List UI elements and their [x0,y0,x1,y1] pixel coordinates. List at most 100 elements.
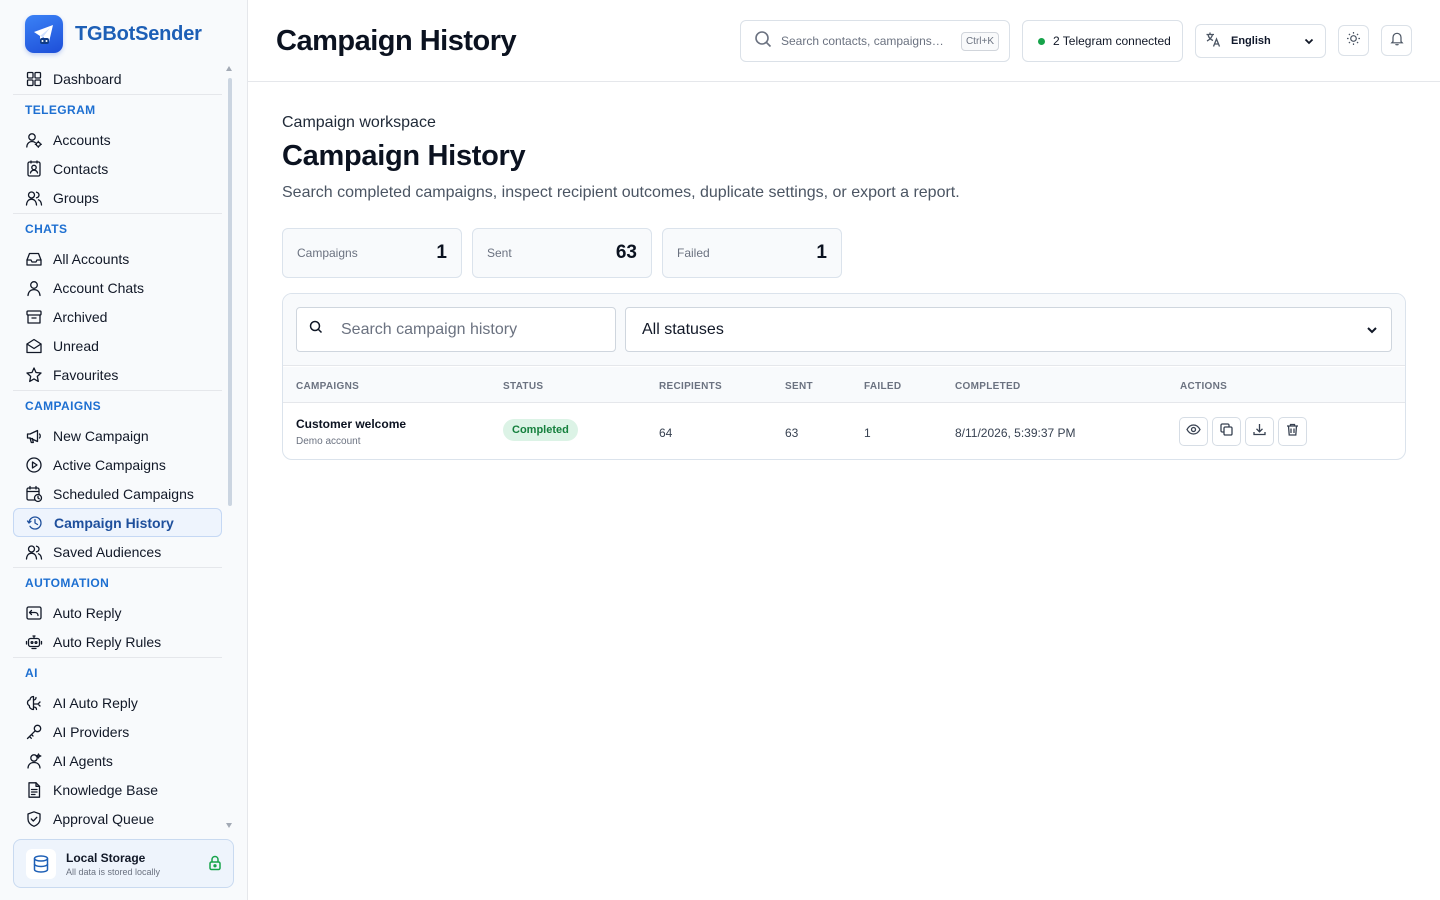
sent-cell: 63 [785,426,799,440]
delete-button[interactable] [1278,417,1307,446]
stat-value: 1 [436,242,447,263]
theme-toggle-button[interactable] [1338,25,1369,56]
search-shortcut: Ctrl+K [960,32,999,51]
key-icon [25,723,43,741]
user-gear-icon [25,131,43,149]
sidebar-item-account-chats[interactable]: Account Chats [13,273,222,302]
storage-title: Local Storage [66,850,146,865]
sidebar-item-all-accounts[interactable]: All Accounts [13,244,222,273]
sidebar-item-active-campaigns[interactable]: Active Campaigns [13,450,222,479]
sidebar-item-label: Active Campaigns [53,456,166,473]
translate-icon [1205,31,1222,51]
sidebar-item-new-campaign[interactable]: New Campaign [13,421,222,450]
stat-value: 1 [816,242,827,263]
sidebar-item-scheduled-campaigns[interactable]: Scheduled Campaigns [13,479,222,508]
language-label: English [1231,35,1271,47]
trash-icon [1285,422,1300,442]
sidebar-item-groups[interactable]: Groups [13,183,222,212]
search-icon [754,30,772,53]
language-select[interactable]: English [1195,24,1326,58]
global-search-placeholder: Search contacts, campaigns, t... [781,34,947,48]
sidebar-item-accounts[interactable]: Accounts [13,125,222,154]
global-search[interactable]: Search contacts, campaigns, t... Ctrl+K [740,20,1010,62]
sidebar-item-auto-reply[interactable]: Auto Reply [13,598,222,627]
sidebar-item-unread[interactable]: Unread [13,331,222,360]
storage-subtitle: All data is stored locally [66,866,161,877]
stat-card-campaigns: Campaigns 1 [282,228,462,278]
sidebar-item-label: Dashboard [53,70,122,87]
sidebar-item-approval-queue[interactable]: Approval Queue [13,804,222,830]
contact-book-icon [25,159,43,178]
column-header-recipients: RECIPIENTS [659,381,723,392]
duplicate-button[interactable] [1212,417,1241,446]
stat-label: Campaigns [297,246,358,260]
sidebar-item-ai-providers[interactable]: AI Providers [13,717,222,746]
lock-icon [208,855,222,876]
stat-label: Sent [487,246,512,260]
storage-card: Local Storage All data is stored locally [13,839,234,888]
export-button[interactable] [1245,417,1274,446]
sidebar-item-dashboard[interactable]: Dashboard [13,64,222,93]
column-header-status: STATUS [503,381,544,392]
sidebar-item-label: Unread [53,337,99,354]
sidebar-item-label: AI Providers [53,723,130,740]
completed-cell: 8/11/2026, 5:39:37 PM [955,426,1076,440]
history-panel: All statuses CAMPAIGNS STATUS RECIPIENTS… [282,293,1406,460]
telegram-status[interactable]: 2 Telegram connected [1022,20,1183,62]
chevron-down-icon [1365,323,1379,342]
sidebar-item-favourites[interactable]: Favourites [13,360,222,389]
table-header: CAMPAIGNS STATUS RECIPIENTS SENT FAILED … [283,367,1405,403]
brand[interactable]: TGBotSender [25,15,202,53]
sidebar-item-label: Saved Audiences [53,543,162,560]
column-header-completed: COMPLETED [955,381,1021,392]
database-icon [26,848,56,879]
page-description: Search completed campaigns, inspect reci… [282,184,960,201]
sidebar-item-auto-reply-rules[interactable]: Auto Reply Rules [13,627,222,656]
sidebar-item-label: Auto Reply [53,604,122,621]
play-circle-icon [25,456,43,474]
sidebar-item-label: Contacts [53,160,109,177]
column-header-campaigns: CAMPAIGNS [296,381,360,392]
sidebar-section-campaigns: CAMPAIGNS [13,390,222,421]
document-icon [25,781,43,799]
sidebar-section-telegram: TELEGRAM [13,94,222,125]
view-button[interactable] [1179,417,1208,446]
sidebar-item-label: Auto Reply Rules [53,633,162,650]
sidebar-item-contacts[interactable]: Contacts [13,154,222,183]
chevron-down-icon [1303,35,1315,50]
failed-cell: 1 [864,426,871,440]
sidebar-item-label: Knowledge Base [53,781,159,798]
sidebar-item-ai-auto-reply[interactable]: AI Auto Reply [13,688,222,717]
sidebar-section-automation: AUTOMATION [13,567,222,598]
history-filters: All statuses [283,294,1405,366]
sidebar-item-ai-agents[interactable]: AI Agents [13,746,222,775]
history-search[interactable] [296,307,616,352]
scroll-down-arrow[interactable] [226,823,232,828]
table-row[interactable]: Customer welcome Demo account Completed … [283,404,1405,459]
search-icon [309,320,323,339]
sidebar-scrollbar[interactable] [228,78,232,506]
scroll-up-arrow[interactable] [226,66,232,71]
sidebar-item-label: Favourites [53,366,119,383]
user-icon [25,279,43,297]
telegram-logo-icon [25,15,63,53]
sidebar-item-label: Campaign History [54,514,174,531]
users-icon [25,543,43,561]
stat-card-sent: Sent 63 [472,228,652,278]
brand-name: TGBotSender [75,22,202,45]
copy-icon [1219,422,1234,442]
sidebar-item-campaign-history[interactable]: Campaign History [13,508,222,537]
sidebar-item-archived[interactable]: Archived [13,302,222,331]
campaign-cell: Customer welcome Demo account [296,417,406,447]
notifications-button[interactable] [1381,25,1412,56]
status-filter-select[interactable]: All statuses [625,307,1392,352]
reply-icon [25,604,43,622]
history-search-input[interactable] [341,320,601,339]
page-title: Campaign History [282,140,526,172]
status-dot-icon [1038,37,1045,45]
sidebar-item-knowledge-base[interactable]: Knowledge Base [13,775,222,804]
history-icon [26,514,44,532]
sidebar-section-ai: AI [13,657,222,688]
sidebar-item-saved-audiences[interactable]: Saved Audiences [13,537,222,566]
inbox-icon [25,250,43,268]
